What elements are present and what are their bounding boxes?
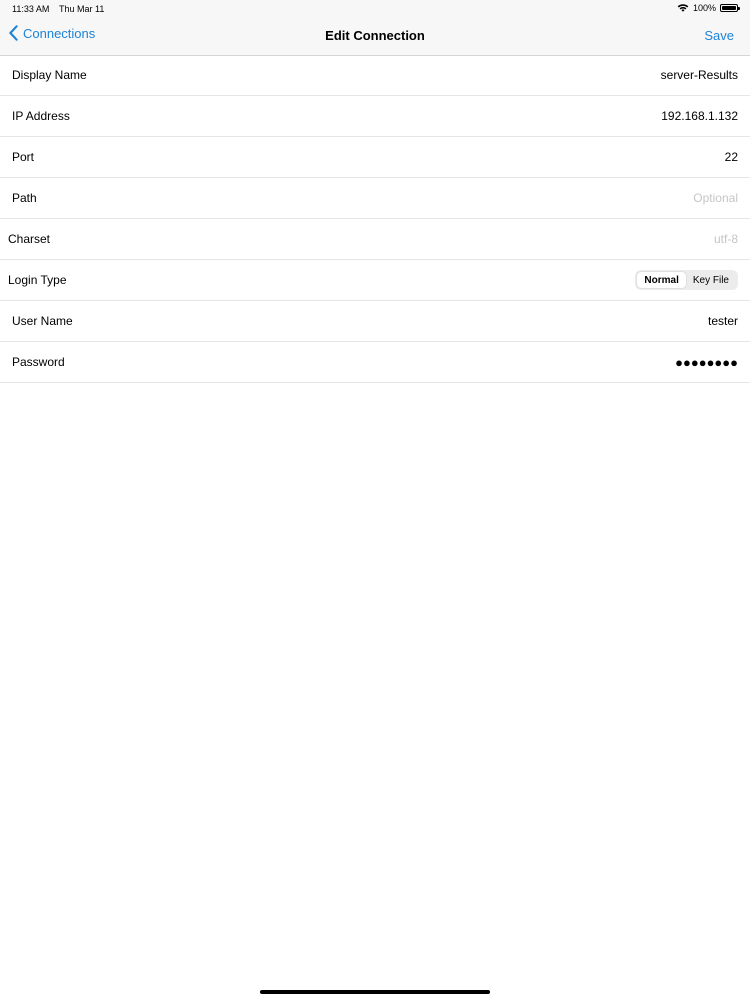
- path-field[interactable]: Optional: [693, 191, 738, 205]
- save-button[interactable]: Save: [704, 28, 734, 43]
- charset-label: Charset: [8, 232, 51, 246]
- password-row: Password ●●●●●●●●: [0, 342, 750, 383]
- login-type-label: Login Type: [8, 273, 67, 287]
- display-name-label: Display Name: [12, 68, 87, 82]
- port-field[interactable]: 22: [725, 150, 738, 164]
- charset-field[interactable]: utf-8: [714, 232, 738, 246]
- page-title: Edit Connection: [325, 28, 425, 43]
- ip-address-row: IP Address 192.168.1.132: [0, 96, 750, 137]
- login-type-key-file-option[interactable]: Key File: [686, 272, 736, 288]
- status-time: 11:33 AM: [12, 4, 50, 14]
- port-row: Port 22: [0, 137, 750, 178]
- status-date: Thu Mar 11: [59, 4, 105, 14]
- password-field[interactable]: ●●●●●●●●: [675, 355, 738, 370]
- battery-icon: [720, 4, 740, 12]
- login-type-segmented-control: Normal Key File: [635, 270, 738, 290]
- path-row: Path Optional: [0, 178, 750, 219]
- charset-row: Charset utf-8: [0, 219, 750, 260]
- connection-form: Display Name server-Results IP Address 1…: [0, 55, 750, 383]
- login-type-normal-option[interactable]: Normal: [637, 272, 686, 288]
- display-name-row: Display Name server-Results: [0, 55, 750, 96]
- login-type-row: Login Type Normal Key File: [0, 260, 750, 301]
- top-bar: 11:33 AM Thu Mar 11 100% Connections Edi…: [0, 0, 750, 56]
- navigation-bar: Connections Edit Connection Save: [0, 18, 750, 55]
- display-name-field[interactable]: server-Results: [661, 68, 738, 82]
- user-name-row: User Name tester: [0, 301, 750, 342]
- port-label: Port: [12, 150, 35, 164]
- user-name-label: User Name: [12, 314, 73, 328]
- battery-percent: 100%: [692, 3, 716, 13]
- path-label: Path: [12, 191, 37, 205]
- home-indicator[interactable]: [260, 990, 490, 994]
- wifi-icon: [677, 4, 689, 12]
- ip-address-field[interactable]: 192.168.1.132: [661, 109, 738, 123]
- status-right: 100%: [677, 3, 740, 13]
- ip-address-label: IP Address: [12, 109, 70, 123]
- status-bar: 11:33 AM Thu Mar 11 100%: [0, 0, 750, 18]
- password-label: Password: [12, 355, 65, 369]
- user-name-field[interactable]: tester: [708, 314, 738, 328]
